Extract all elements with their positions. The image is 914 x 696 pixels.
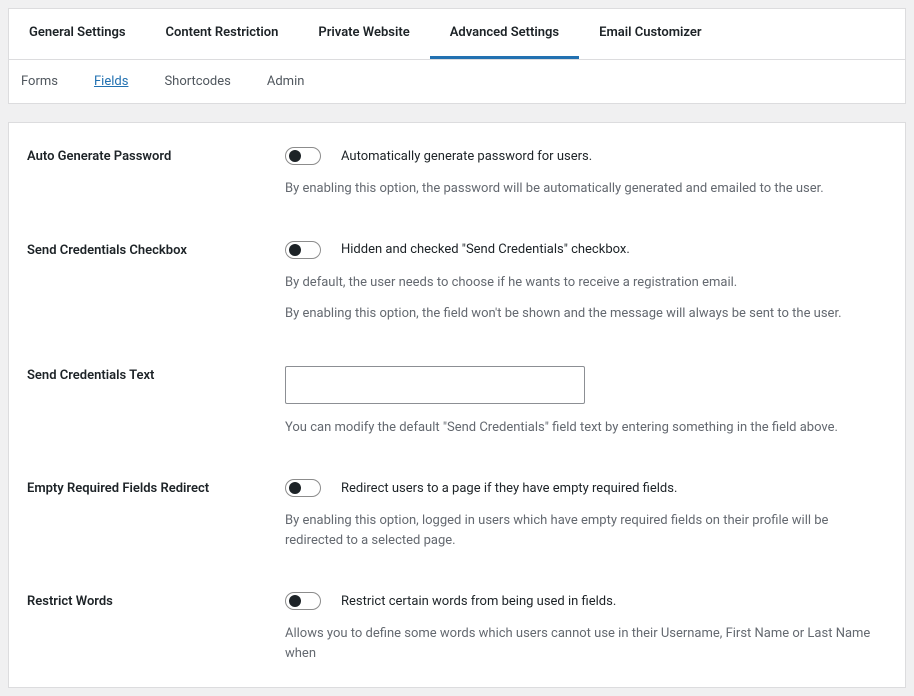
inline-description: Redirect users to a page if they have em…: [341, 481, 677, 496]
tab-general-settings[interactable]: General Settings: [9, 9, 146, 59]
help-text: By enabling this option, the password wi…: [285, 179, 887, 199]
subtab-shortcodes[interactable]: Shortcodes: [164, 74, 230, 89]
field-label: Send Credentials Checkbox: [27, 241, 285, 324]
settings-panel: Auto Generate Password Automatically gen…: [8, 122, 906, 688]
subtab-fields[interactable]: Fields: [94, 74, 128, 89]
field-restrict-words: Restrict Words Restrict certain words fr…: [27, 592, 887, 663]
toggle-auto-generate-password[interactable]: [285, 147, 321, 165]
toggle-knob: [289, 150, 301, 162]
toggle-empty-required-fields-redirect[interactable]: [285, 479, 321, 497]
help-text: You can modify the default "Send Credent…: [285, 418, 887, 438]
help-text: By enabling this option, the field won't…: [285, 304, 887, 324]
send-credentials-text-input[interactable]: [285, 366, 585, 404]
toggle-knob: [289, 595, 301, 607]
tab-content-restriction[interactable]: Content Restriction: [146, 9, 299, 59]
tab-private-website[interactable]: Private Website: [298, 9, 429, 59]
help-text: By default, the user needs to choose if …: [285, 273, 887, 293]
sub-tabs: Forms Fields Shortcodes Admin: [8, 60, 906, 104]
inline-description: Hidden and checked "Send Credentials" ch…: [341, 242, 630, 257]
toggle-knob: [289, 482, 301, 494]
field-label: Send Credentials Text: [27, 366, 285, 438]
toggle-knob: [289, 244, 301, 256]
field-label: Empty Required Fields Redirect: [27, 479, 285, 550]
inline-description: Automatically generate password for user…: [341, 149, 592, 164]
toggle-send-credentials-checkbox[interactable]: [285, 241, 321, 259]
tab-advanced-settings[interactable]: Advanced Settings: [430, 9, 579, 59]
field-label: Auto Generate Password: [27, 147, 285, 199]
subtab-forms[interactable]: Forms: [21, 74, 58, 89]
tab-email-customizer[interactable]: Email Customizer: [579, 9, 721, 59]
toggle-restrict-words[interactable]: [285, 592, 321, 610]
field-send-credentials-checkbox: Send Credentials Checkbox Hidden and che…: [27, 241, 887, 324]
field-auto-generate-password: Auto Generate Password Automatically gen…: [27, 147, 887, 199]
field-label: Restrict Words: [27, 592, 285, 663]
help-text: Allows you to define some words which us…: [285, 624, 887, 663]
help-text: By enabling this option, logged in users…: [285, 511, 887, 550]
field-empty-required-fields-redirect: Empty Required Fields Redirect Redirect …: [27, 479, 887, 550]
subtab-admin[interactable]: Admin: [267, 74, 305, 89]
field-send-credentials-text: Send Credentials Text You can modify the…: [27, 366, 887, 438]
main-tabs: General Settings Content Restriction Pri…: [8, 8, 906, 60]
inline-description: Restrict certain words from being used i…: [341, 594, 616, 609]
